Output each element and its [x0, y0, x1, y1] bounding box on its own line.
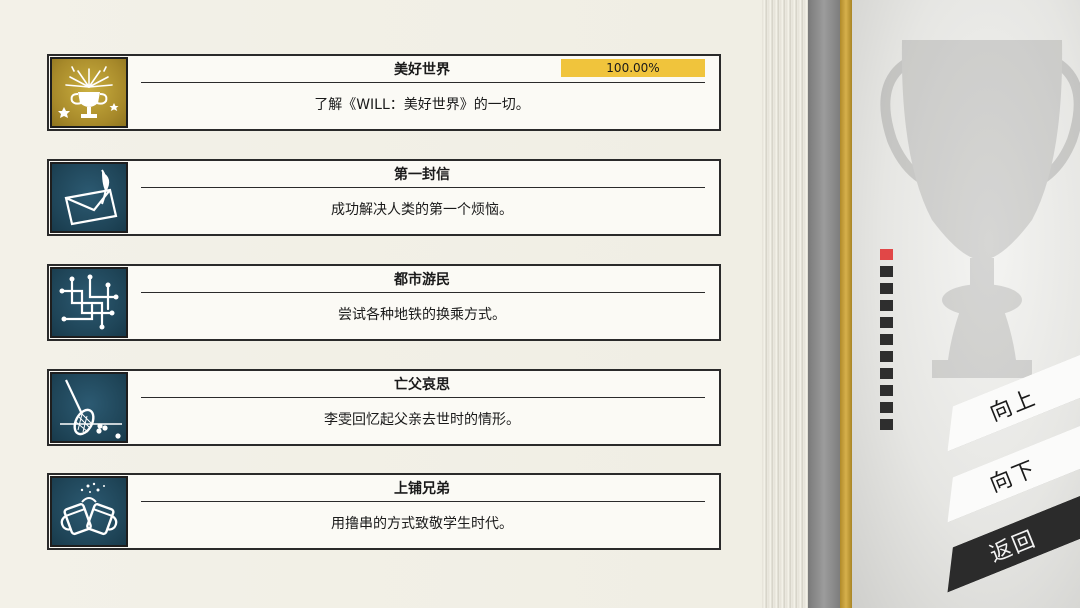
page-dot-11 — [880, 419, 893, 430]
page-indicator — [880, 249, 894, 436]
beer-toast-icon — [50, 476, 128, 547]
achievement-page: 美好世界 100.00% 了解《WILL：美好世界》的一切。 第一封信 成功解决… — [0, 0, 762, 608]
trophy-fireworks-icon — [50, 57, 128, 128]
subway-map-icon — [50, 267, 128, 338]
book-spine — [808, 0, 840, 608]
page-dot-2 — [880, 266, 893, 277]
achievement-card-1[interactable]: 美好世界 100.00% 了解《WILL：美好世界》的一切。 — [47, 54, 721, 131]
page-dot-6 — [880, 334, 893, 345]
divider — [141, 501, 705, 502]
book-gold-band — [840, 0, 852, 608]
achievement-title: 亡父哀思 — [394, 377, 450, 393]
achievement-title: 第一封信 — [394, 167, 450, 183]
page-dot-1 — [880, 249, 893, 260]
tennis-racket-icon — [50, 372, 128, 443]
book-page-edges — [762, 0, 808, 608]
achievement-description: 尝试各种地铁的换乘方式。 — [338, 307, 506, 323]
page-dot-5 — [880, 317, 893, 328]
achievement-card-5[interactable]: 上铺兄弟 用撸串的方式致敬学生时代。 — [47, 473, 721, 550]
page-dot-4 — [880, 300, 893, 311]
page-dot-7 — [880, 351, 893, 362]
achievement-description: 了解《WILL：美好世界》的一切。 — [314, 97, 530, 113]
achievement-card-3[interactable]: 都市游民 尝试各种地铁的换乘方式。 — [47, 264, 721, 341]
envelope-quill-icon — [50, 162, 128, 233]
achievement-title: 上铺兄弟 — [394, 481, 450, 497]
divider — [141, 187, 705, 188]
achievement-title: 都市游民 — [394, 272, 450, 288]
achievement-progress-text: 100.00% — [606, 61, 660, 75]
divider — [141, 292, 705, 293]
divider — [141, 82, 705, 83]
achievement-card-2[interactable]: 第一封信 成功解决人类的第一个烦恼。 — [47, 159, 721, 236]
page-dot-8 — [880, 368, 893, 379]
achievement-progress-bar: 100.00% — [561, 59, 705, 77]
achievement-card-4[interactable]: 亡父哀思 李雯回忆起父亲去世时的情形。 — [47, 369, 721, 446]
achievement-description: 李雯回忆起父亲去世时的情形。 — [324, 412, 520, 428]
achievement-description: 成功解决人类的第一个烦恼。 — [331, 202, 513, 218]
page-dot-9 — [880, 385, 893, 396]
page-dot-3 — [880, 283, 893, 294]
page-dot-10 — [880, 402, 893, 413]
divider — [141, 397, 705, 398]
achievement-description: 用撸串的方式致敬学生时代。 — [331, 516, 513, 532]
